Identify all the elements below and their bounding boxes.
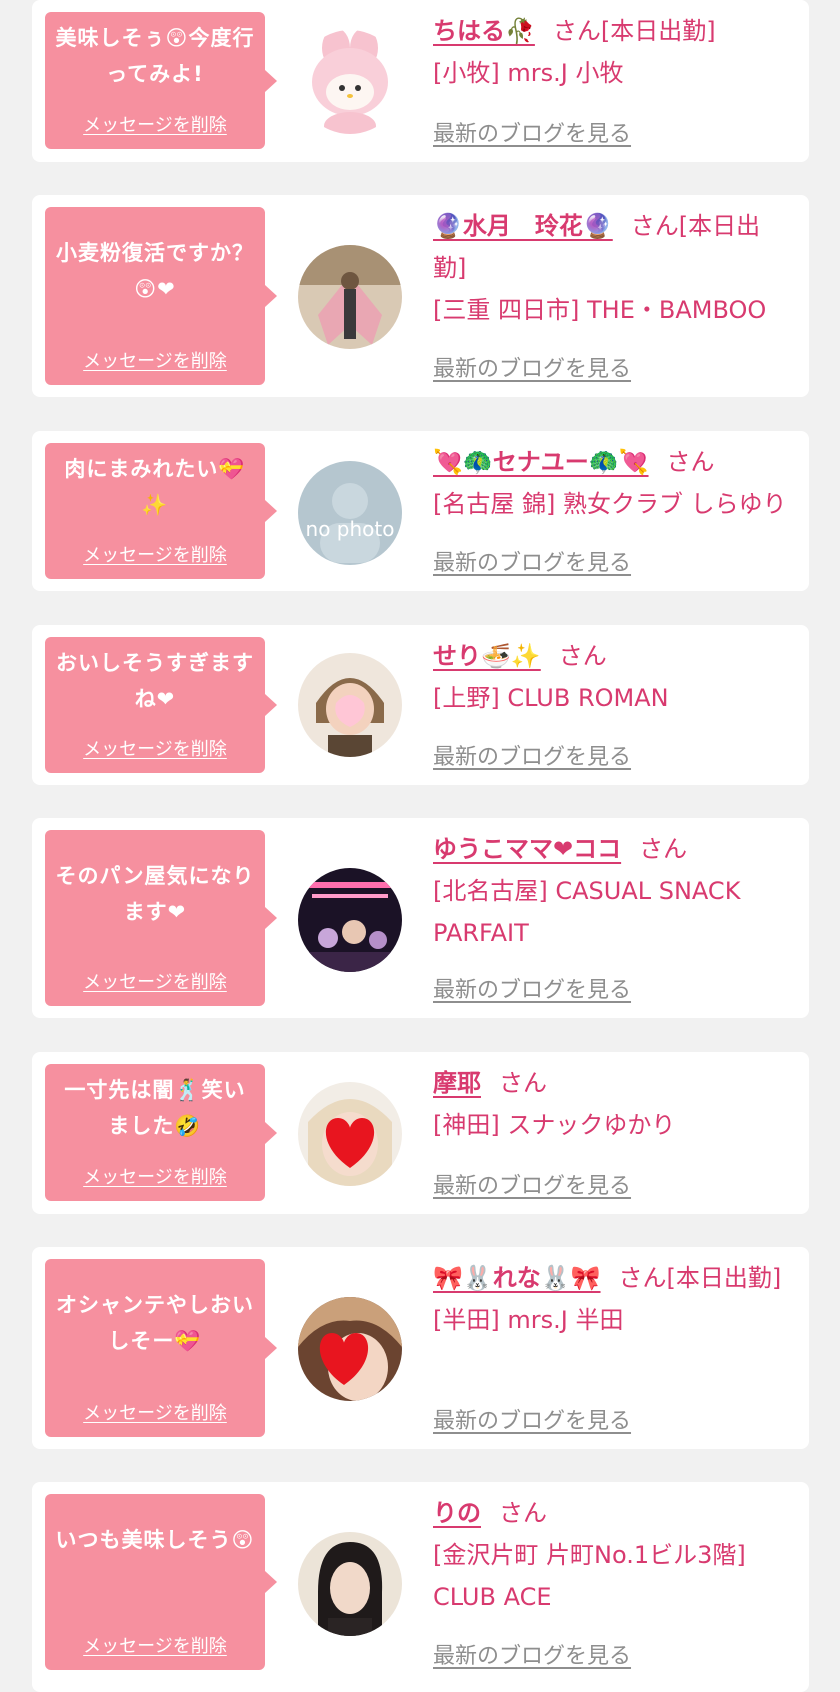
sender-suffix: さん bbox=[499, 1069, 547, 1097]
message-bubble: 美味しそぅ😲今度行ってみよ! メッセージを削除 bbox=[45, 12, 277, 149]
sender-suffix: さん bbox=[558, 642, 607, 670]
sender-name-link[interactable]: 🔮水月 玲花🔮 bbox=[433, 212, 613, 240]
avatar[interactable] bbox=[298, 653, 402, 757]
latest-blog-link[interactable]: 最新のブログを見る bbox=[433, 116, 631, 148]
no-photo-text: no photo bbox=[306, 517, 395, 541]
avatar[interactable] bbox=[298, 245, 402, 349]
latest-blog-link[interactable]: 最新のブログを見る bbox=[433, 739, 631, 771]
avatar[interactable] bbox=[298, 1297, 402, 1401]
message-bubble: 小麦粉復活ですか？😲❤ メッセージを削除 bbox=[45, 207, 277, 385]
message-text: 一寸先は闇🕺笑いました🤣 bbox=[64, 1078, 246, 1138]
shop-name: [名古屋 錦] 熟女クラブ しらゆり bbox=[433, 490, 787, 518]
delete-message-link[interactable]: メッセージを削除 bbox=[45, 1399, 265, 1425]
latest-blog-link[interactable]: 最新のブログを見る bbox=[433, 351, 631, 383]
shop-name: [半田] mrs.J 半田 bbox=[433, 1306, 624, 1334]
message-bubble: 肉にまみれたい💝✨ メッセージを削除 bbox=[45, 443, 277, 579]
shop-name: [三重 四日市] THE・BAMBOO bbox=[433, 296, 767, 324]
avatar[interactable] bbox=[298, 1532, 402, 1636]
sender-info: せり🍜✨ さん [上野] CLUB ROMAN bbox=[433, 635, 793, 719]
avatar[interactable] bbox=[298, 30, 402, 134]
latest-blog-link[interactable]: 最新のブログを見る bbox=[433, 972, 631, 1004]
sender-info: 摩耶 さん [神田] スナックゆかり bbox=[433, 1062, 793, 1146]
message-text: オシャンテやしおいしそー💝 bbox=[56, 1293, 254, 1353]
no-photo-avatar-icon: no photo bbox=[298, 461, 402, 565]
message-text: そのパン屋気になります❤ bbox=[55, 864, 255, 924]
photo-avatar-icon bbox=[298, 1532, 402, 1636]
sender-info: 🎀🐰れな🐰🎀 さん[本日出勤] [半田] mrs.J 半田 bbox=[433, 1257, 793, 1341]
message-bubble: おいしそうすぎますね❤ メッセージを削除 bbox=[45, 637, 277, 773]
shop-name: [北名古屋] CASUAL SNACK PARFAIT bbox=[433, 877, 741, 947]
photo-avatar-icon bbox=[298, 245, 402, 349]
message-bubble: いつも美味しそう😲 メッセージを削除 bbox=[45, 1494, 277, 1670]
message-bubble: 一寸先は闇🕺笑いました🤣 メッセージを削除 bbox=[45, 1064, 277, 1201]
sender-info: ゆうこママ❤ココ さん [北名古屋] CASUAL SNACK PARFAIT bbox=[433, 828, 793, 954]
message-bubble: オシャンテやしおいしそー💝 メッセージを削除 bbox=[45, 1259, 277, 1437]
shop-name: [金沢片町 片町No.1ビル3階] CLUB ACE bbox=[433, 1541, 746, 1611]
message-card: 肉にまみれたい💝✨ メッセージを削除 no photo 💘🦚セナユー🦚💘 さん [… bbox=[32, 431, 809, 591]
sender-info: ちはる🥀 さん[本日出勤] [小牧] mrs.J 小牧 bbox=[433, 10, 793, 94]
shop-name: [上野] CLUB ROMAN bbox=[433, 684, 669, 712]
delete-message-link[interactable]: メッセージを削除 bbox=[45, 1163, 265, 1189]
sender-suffix: さん[本日出勤] bbox=[618, 1264, 782, 1292]
sender-info: 🔮水月 玲花🔮 さん[本日出勤] [三重 四日市] THE・BAMBOO bbox=[433, 205, 793, 331]
sender-name-link[interactable]: 🎀🐰れな🐰🎀 bbox=[433, 1264, 601, 1292]
message-bubble: そのパン屋気になります❤ メッセージを削除 bbox=[45, 830, 277, 1006]
message-text: 肉にまみれたい💝✨ bbox=[64, 457, 246, 517]
photo-avatar-icon bbox=[298, 868, 402, 972]
message-text: いつも美味しそう😲 bbox=[55, 1528, 255, 1552]
delete-message-link[interactable]: メッセージを削除 bbox=[45, 1632, 265, 1658]
message-card: 小麦粉復活ですか？😲❤ メッセージを削除 🔮水月 玲花🔮 さん[本日出勤] [三重… bbox=[32, 195, 809, 397]
sender-info: りの さん [金沢片町 片町No.1ビル3階] CLUB ACE bbox=[433, 1492, 793, 1618]
message-card: 美味しそぅ😲今度行ってみよ! メッセージを削除 ちはる🥀 さん[本日出勤] [小牧… bbox=[32, 0, 809, 162]
avatar[interactable] bbox=[298, 868, 402, 972]
message-text: 美味しそぅ😲今度行ってみよ! bbox=[55, 26, 255, 86]
delete-message-link[interactable]: メッセージを削除 bbox=[45, 735, 265, 761]
sender-suffix: さん[本日出勤] bbox=[552, 17, 716, 45]
shop-name: [小牧] mrs.J 小牧 bbox=[433, 59, 624, 87]
delete-message-link[interactable]: メッセージを削除 bbox=[45, 541, 265, 567]
heart-avatar-icon bbox=[298, 1082, 402, 1186]
delete-message-link[interactable]: メッセージを削除 bbox=[45, 968, 265, 994]
delete-message-link[interactable]: メッセージを削除 bbox=[45, 347, 265, 373]
message-card: おいしそうすぎますね❤ メッセージを削除 せり🍜✨ さん [上野] CLUB RO… bbox=[32, 625, 809, 785]
message-card: いつも美味しそう😲 メッセージを削除 りの さん [金沢片町 片町No.1ビル3階… bbox=[32, 1482, 809, 1692]
sender-suffix: さん bbox=[499, 1499, 547, 1527]
latest-blog-link[interactable]: 最新のブログを見る bbox=[433, 1168, 631, 1200]
sender-name-link[interactable]: 摩耶 bbox=[433, 1069, 481, 1097]
sender-name-link[interactable]: 💘🦚セナユー🦚💘 bbox=[433, 448, 649, 476]
heart-avatar-icon bbox=[298, 1297, 402, 1401]
shop-name: [神田] スナックゆかり bbox=[433, 1111, 676, 1139]
sender-suffix: さん bbox=[666, 448, 715, 476]
message-card: 一寸先は闇🕺笑いました🤣 メッセージを削除 摩耶 さん [神田] スナックゆかり … bbox=[32, 1052, 809, 1214]
avatar[interactable]: no photo bbox=[298, 461, 402, 565]
sender-name-link[interactable]: りの bbox=[433, 1499, 481, 1527]
message-card: オシャンテやしおいしそー💝 メッセージを削除 🎀🐰れな🐰🎀 さん[本日出勤] [半… bbox=[32, 1247, 809, 1449]
delete-message-link[interactable]: メッセージを削除 bbox=[45, 111, 265, 137]
sender-name-link[interactable]: ゆうこママ❤ココ bbox=[433, 835, 621, 863]
sender-name-link[interactable]: せり🍜✨ bbox=[433, 642, 541, 670]
message-card: そのパン屋気になります❤ メッセージを削除 ゆうこママ❤ココ さん [北名古屋] … bbox=[32, 818, 809, 1018]
message-text: おいしそうすぎますね❤ bbox=[56, 651, 254, 711]
sender-name-link[interactable]: ちはる🥀 bbox=[433, 17, 535, 45]
sender-suffix: さん bbox=[639, 835, 688, 863]
photo-avatar-icon bbox=[298, 653, 402, 757]
latest-blog-link[interactable]: 最新のブログを見る bbox=[433, 1403, 631, 1435]
avatar[interactable] bbox=[298, 1082, 402, 1186]
message-text: 小麦粉復活ですか？😲❤ bbox=[56, 241, 254, 301]
sender-info: 💘🦚セナユー🦚💘 さん [名古屋 錦] 熟女クラブ しらゆり bbox=[433, 441, 793, 525]
latest-blog-link[interactable]: 最新のブログを見る bbox=[433, 545, 631, 577]
character-avatar-icon bbox=[298, 30, 402, 134]
latest-blog-link[interactable]: 最新のブログを見る bbox=[433, 1638, 631, 1670]
